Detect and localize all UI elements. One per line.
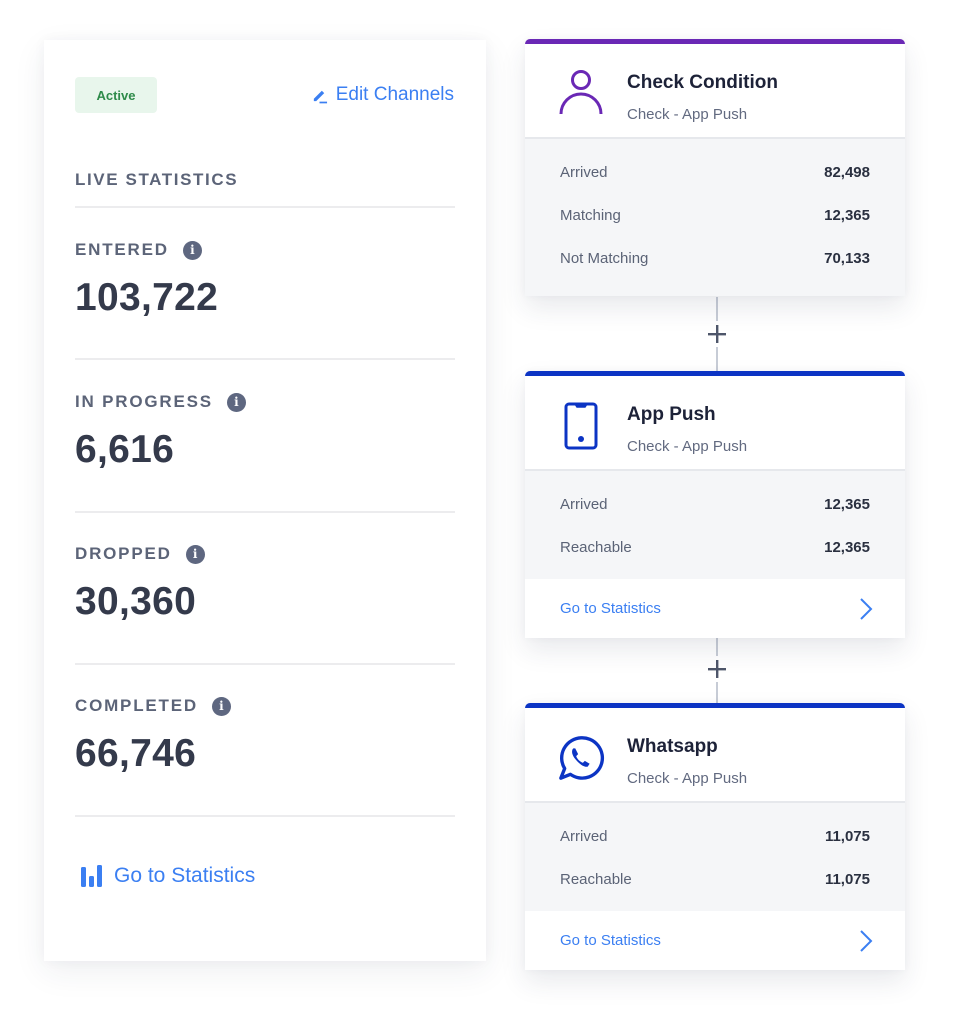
metric-value: 12,365 [824, 496, 870, 513]
chevron-right-icon [860, 597, 873, 620]
metric-row: Reachable 12,365 [560, 526, 870, 569]
divider [75, 358, 455, 360]
plus-icon [708, 325, 726, 343]
divider [75, 663, 455, 665]
stat-label: COMPLETED [75, 696, 198, 715]
metric-value: 82,498 [824, 164, 870, 181]
go-to-statistics-label: Go to Statistics [560, 600, 661, 617]
info-icon[interactable]: i [211, 696, 231, 716]
add-step-button[interactable] [704, 656, 730, 682]
card-title: Whatsapp [627, 736, 718, 757]
metric-label: Arrived [560, 496, 608, 513]
stat-in-progress: IN PROGRESS i 6,616 [75, 390, 455, 472]
stat-dropped: DROPPED i 30,360 [75, 542, 455, 624]
stat-value: 30,360 [75, 580, 197, 623]
metric-row: Arrived 12,365 [560, 483, 870, 526]
card-subtitle: Check - App Push [627, 438, 748, 455]
plus-icon [708, 660, 726, 678]
card-title: Check Condition [627, 72, 778, 93]
go-to-statistics-link[interactable]: Go to Statistics [525, 579, 905, 638]
metric-value: 12,365 [824, 539, 870, 556]
pencil-icon [313, 90, 327, 103]
flow-card-app-push[interactable]: App Push Check - App Push Arrived 12,365… [525, 371, 905, 638]
add-step-button[interactable] [704, 321, 730, 347]
go-to-statistics-link[interactable]: Go to Statistics [525, 911, 905, 970]
card-subtitle: Check - App Push [627, 770, 748, 787]
flow-card-check-condition[interactable]: Check Condition Check - App Push Arrived… [525, 39, 905, 296]
metric-label: Not Matching [560, 250, 649, 267]
edit-channels-label: Edit Channels [335, 84, 454, 105]
go-to-statistics-label: Go to Statistics [560, 932, 661, 949]
info-icon[interactable]: i [185, 544, 205, 564]
status-badge: Active [75, 77, 157, 113]
metric-label: Arrived [560, 828, 608, 845]
smartphone-icon [557, 400, 605, 452]
user-icon [557, 68, 605, 120]
flow-card-whatsapp[interactable]: Whatsapp Check - App Push Arrived 11,075… [525, 703, 905, 970]
stat-label: DROPPED [75, 544, 172, 563]
chevron-right-icon [860, 929, 873, 952]
stat-value: 66,746 [75, 732, 197, 775]
metric-row: Arrived 82,498 [560, 151, 870, 194]
divider [75, 206, 455, 208]
whatsapp-icon [557, 732, 605, 784]
metric-row: Arrived 11,075 [560, 815, 870, 858]
metric-value: 11,075 [824, 828, 870, 845]
section-title: LIVE STATISTICS [75, 170, 239, 189]
stat-value: 103,722 [75, 276, 219, 319]
card-title: App Push [627, 404, 716, 425]
divider [75, 511, 455, 513]
info-icon[interactable]: i [226, 392, 246, 412]
info-icon[interactable]: i [182, 240, 202, 260]
bar-chart-icon [81, 865, 102, 887]
stat-completed: COMPLETED i 66,746 [75, 694, 455, 776]
card-subtitle: Check - App Push [627, 106, 748, 123]
metric-label: Reachable [560, 539, 632, 556]
stat-label: ENTERED [75, 240, 169, 259]
live-statistics-panel: Active Edit Channels LIVE STATISTICS ENT… [44, 40, 486, 961]
stat-value: 6,616 [75, 428, 175, 471]
metric-label: Reachable [560, 871, 632, 888]
go-to-statistics-label: Go to Statistics [114, 864, 256, 887]
go-to-statistics-link[interactable]: Go to Statistics [81, 864, 255, 888]
stat-label: IN PROGRESS [75, 392, 213, 411]
metric-label: Matching [560, 207, 621, 224]
divider [75, 815, 455, 817]
metric-row: Matching 12,365 [560, 194, 870, 237]
metric-row: Not Matching 70,133 [560, 237, 870, 280]
metric-value: 12,365 [824, 207, 870, 224]
metric-label: Arrived [560, 164, 608, 181]
edit-channels-button[interactable]: Edit Channels [311, 82, 454, 108]
metric-value: 70,133 [824, 250, 870, 267]
metric-row: Reachable 11,075 [560, 858, 870, 901]
stat-entered: ENTERED i 103,722 [75, 238, 455, 320]
metric-value: 11,075 [824, 871, 870, 888]
